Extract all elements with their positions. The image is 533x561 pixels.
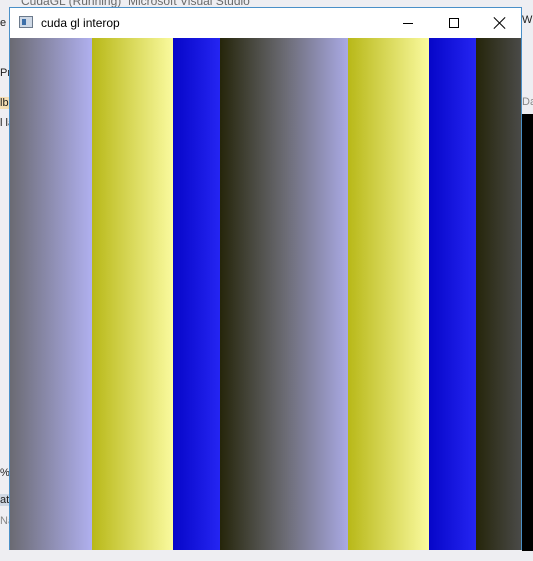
minimize-button[interactable] [385,8,431,38]
gradient-stripe [92,38,173,550]
maximize-icon [449,18,459,28]
gradient-stripe [429,38,476,550]
minimize-icon [403,22,413,24]
app-window-icon[interactable] [19,16,33,28]
background-bottom-edge [0,551,533,561]
bg-right-fragment: Da [522,96,533,108]
cuda-gl-interop-window: cuda gl interop [9,7,522,550]
background-right-panel: W Da [522,10,533,561]
background-dark-pane [522,114,533,561]
window-title-bar[interactable]: cuda gl interop [10,8,521,38]
maximize-button[interactable] [431,8,477,38]
close-button[interactable] [477,8,523,38]
gradient-stripe [220,38,348,550]
gradient-stripe [476,38,521,550]
gradient-stripe [348,38,429,550]
window-title: cuda gl interop [41,16,120,30]
close-icon [494,17,506,29]
bg-right-fragment: W [522,14,533,26]
gl-render-canvas[interactable] [10,38,521,550]
gradient-stripe [10,38,92,550]
gradient-stripe [173,38,220,550]
